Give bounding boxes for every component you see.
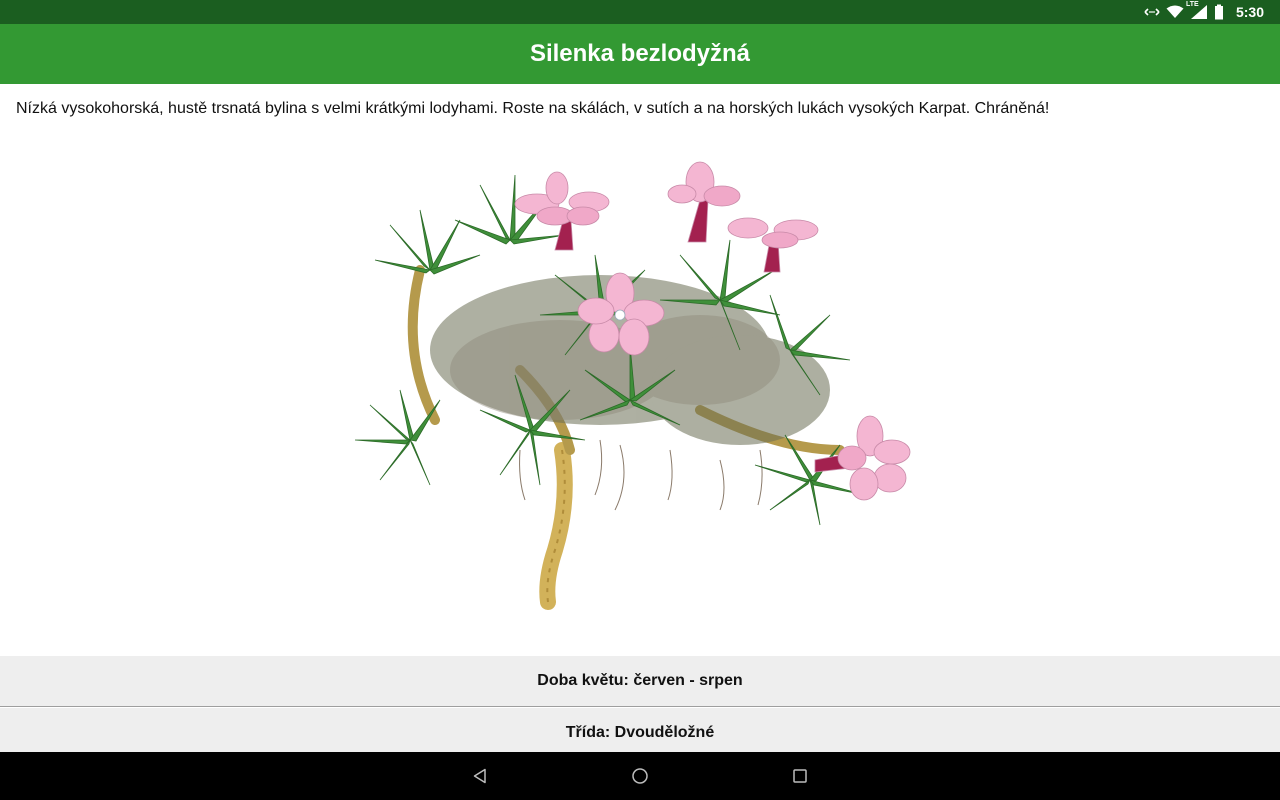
- recents-button[interactable]: [780, 756, 820, 796]
- bloom-time-text: Doba květu: červen - srpen: [537, 672, 743, 689]
- back-button[interactable]: [460, 756, 500, 796]
- page-title: Silenka bezlodyžná: [529, 40, 751, 67]
- data-sync-icon: [1144, 6, 1160, 18]
- status-time: 5:30: [1235, 4, 1264, 20]
- plant-description: Nízká vysokohorská, hustě trsnatá bylina…: [16, 100, 1050, 117]
- plant-class-row: Třída: Dvouděložné: [0, 708, 1280, 758]
- home-button[interactable]: [620, 756, 660, 796]
- wifi-icon: [1166, 5, 1184, 19]
- plant-illustration: [340, 150, 940, 620]
- navigation-bar: [0, 752, 1280, 800]
- app-bar: Silenka bezlodyžná: [0, 24, 1280, 84]
- recents-icon: [793, 769, 807, 783]
- battery-icon: [1214, 4, 1224, 20]
- plant-class-text: Třída: Dvouděložné: [565, 724, 715, 741]
- back-icon: [473, 768, 486, 784]
- bloom-time-row: Doba květu: červen - srpen: [0, 656, 1280, 707]
- home-icon: [632, 768, 648, 784]
- cellular-signal-icon: LTE: [1186, 1, 1208, 20]
- status-bar: LTE 5:30: [0, 0, 1280, 24]
- network-type-label: LTE: [1185, 1, 1199, 8]
